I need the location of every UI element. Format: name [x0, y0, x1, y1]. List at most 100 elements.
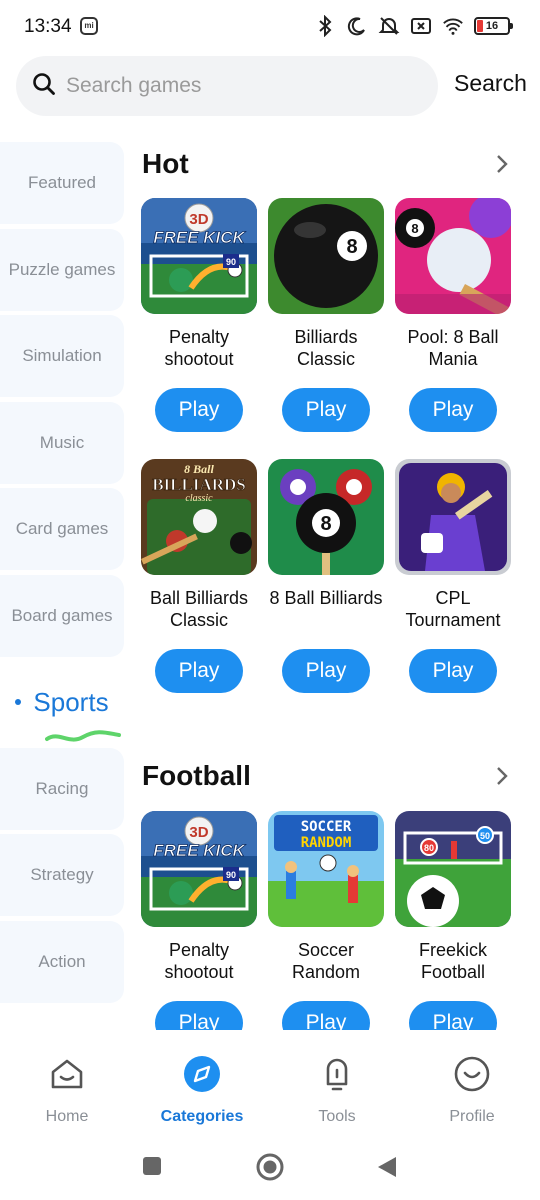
sidebar-item-label: Sports — [33, 686, 109, 717]
play-button[interactable]: Play — [409, 388, 497, 432]
sidebar-item-puzzle-games[interactable]: Puzzle games — [0, 229, 124, 311]
game-card[interactable]: 8 Billiards Classic Play — [266, 198, 386, 432]
game-card[interactable]: 90 3D FREE KICK Penalty shootout Play — [139, 198, 259, 432]
game-name: Freekick Football — [418, 940, 487, 982]
game-thumbnail-freekick-football[interactable]: 50 80 — [395, 811, 511, 927]
freekick-3d-text: 3D — [189, 824, 208, 841]
nav-label: Categories — [160, 1108, 244, 1125]
sidebar-item-music[interactable]: Music — [0, 402, 124, 484]
search-button[interactable]: Search — [454, 70, 527, 97]
status-icons: 16 — [314, 14, 513, 38]
nav-label: Tools — [318, 1108, 356, 1125]
game-name: Ball Billiards Classic — [149, 588, 249, 630]
category-sidebar: Featured Puzzle games Simulation Music C… — [0, 140, 124, 1030]
active-underline-squiggle — [45, 729, 122, 742]
play-button[interactable]: Play — [155, 649, 243, 693]
back-icon[interactable] — [377, 1156, 397, 1178]
game-card[interactable]: 50 80 Freekick Football Play — [393, 811, 513, 1030]
sidebar-item-label: Simulation — [22, 346, 102, 365]
sidebar-item-label: Action — [38, 952, 86, 971]
freekick-title-text: FREE KICK — [153, 228, 246, 247]
game-name: Penalty shootout — [164, 327, 234, 369]
game-card[interactable]: 8 8 Ball Billiards Play — [266, 459, 386, 693]
billiards-8ball-text: 8 Ball — [184, 462, 214, 476]
sidebar-item-label: Strategy — [30, 865, 94, 884]
sidebar-item-action[interactable]: Action — [0, 921, 124, 1003]
game-name: Pool: 8 Ball Mania — [407, 327, 499, 369]
game-thumbnail-cpl-tournament[interactable] — [395, 459, 511, 575]
soccer-random-line1-text: SOCCER — [301, 819, 352, 835]
game-name: Billiards Classic — [294, 327, 358, 369]
chevron-right-icon[interactable] — [492, 152, 512, 176]
game-card[interactable]: SOCCER RANDOM Soccer Random Play — [266, 811, 386, 1030]
game-name: Penalty shootout — [164, 940, 234, 982]
play-button[interactable]: Play — [155, 388, 243, 432]
home-icon — [47, 1054, 87, 1094]
game-name: CPL Tournament — [405, 588, 501, 630]
game-thumbnail-billiards-classic[interactable]: 8 — [268, 198, 384, 314]
bottom-nav: Home Categories Tools Profile — [0, 1030, 540, 1140]
game-name: 8 Ball Billiards — [269, 588, 383, 608]
wifi-icon — [442, 14, 464, 38]
sim-x-icon — [410, 14, 432, 38]
game-thumbnail-pool-8-ball-mania[interactable]: 8 — [395, 198, 511, 314]
nav-categories[interactable]: Categories — [152, 1054, 252, 1126]
game-thumbnail-penalty-shootout[interactable]: 90 3D FREE KICK — [141, 198, 257, 314]
nav-tools[interactable]: Tools — [287, 1054, 387, 1126]
sidebar-item-sports[interactable]: Sports — [0, 661, 124, 743]
search-input[interactable] — [66, 74, 406, 98]
nav-label: Home — [45, 1108, 89, 1125]
status-bar: 13:34 mi 16 — [0, 0, 540, 56]
play-button[interactable]: Play — [282, 388, 370, 432]
search-box[interactable] — [16, 56, 438, 116]
battery-icon: 16 — [474, 17, 513, 35]
sidebar-item-strategy[interactable]: Strategy — [0, 834, 124, 916]
sidebar-item-label: Music — [39, 433, 85, 452]
sidebar-item-label: Featured — [27, 173, 97, 192]
game-thumbnail-soccer-random[interactable]: SOCCER RANDOM — [268, 811, 384, 927]
play-button[interactable]: Play — [282, 1001, 370, 1030]
game-name: Soccer Random — [291, 940, 361, 982]
play-button[interactable]: Play — [409, 649, 497, 693]
sidebar-item-simulation[interactable]: Simulation — [0, 315, 124, 397]
compass-icon — [182, 1054, 222, 1094]
freekick-title-text: FREE KICK — [153, 841, 246, 860]
chevron-right-icon[interactable] — [492, 764, 512, 788]
bluetooth-icon — [314, 14, 336, 38]
system-nav-bar — [0, 1140, 540, 1200]
nav-home[interactable]: Home — [17, 1054, 117, 1126]
sidebar-item-featured[interactable]: Featured — [0, 142, 124, 224]
status-time: 13:34 — [24, 16, 72, 37]
ball-number-text: 8 — [346, 236, 357, 258]
sidebar-item-label: Puzzle games — [8, 260, 116, 279]
home-button-icon[interactable] — [256, 1153, 284, 1181]
target-50-text: 50 — [480, 831, 490, 841]
bell-muted-icon — [378, 14, 400, 38]
billiards-title-text: BILLIARDS — [152, 475, 246, 494]
game-card[interactable]: 8 Ball BILLIARDS classic Ball Billiards … — [139, 459, 259, 693]
game-thumbnail-penalty-shootout[interactable]: 90 3D FREE KICK — [141, 811, 257, 927]
game-thumbnail-8-ball-billiards[interactable]: 8 — [268, 459, 384, 575]
game-card[interactable]: 90 3D FREE KICK Penalty shootout Play — [139, 811, 259, 1030]
games-content: Hot 90 3D FREE KICK Penalty shootout Pla… — [124, 140, 540, 1030]
nav-profile[interactable]: Profile — [422, 1054, 522, 1126]
game-card[interactable]: 8 Pool: 8 Ball Mania Play — [393, 198, 513, 432]
sidebar-item-label: Racing — [35, 779, 89, 798]
freekick-3d-text: 3D — [189, 211, 208, 228]
jersey-number-text: 90 — [226, 257, 236, 267]
sidebar-item-label: Card games — [15, 519, 109, 538]
game-card[interactable]: CPL Tournament Play — [393, 459, 513, 693]
svg-text:8: 8 — [411, 221, 418, 236]
soccer-random-line2-text: RANDOM — [301, 835, 352, 851]
play-button[interactable]: Play — [155, 1001, 243, 1030]
search-icon — [32, 72, 56, 101]
recent-apps-icon[interactable] — [142, 1156, 162, 1176]
play-button[interactable]: Play — [282, 649, 370, 693]
sidebar-item-board-games[interactable]: Board games — [0, 575, 124, 657]
game-thumbnail-ball-billiards-classic[interactable]: 8 Ball BILLIARDS classic — [141, 459, 257, 575]
sidebar-item-card-games[interactable]: Card games — [0, 488, 124, 570]
moon-icon — [346, 14, 368, 38]
sidebar-item-racing[interactable]: Racing — [0, 748, 124, 830]
profile-icon — [452, 1054, 492, 1094]
play-button[interactable]: Play — [409, 1001, 497, 1030]
